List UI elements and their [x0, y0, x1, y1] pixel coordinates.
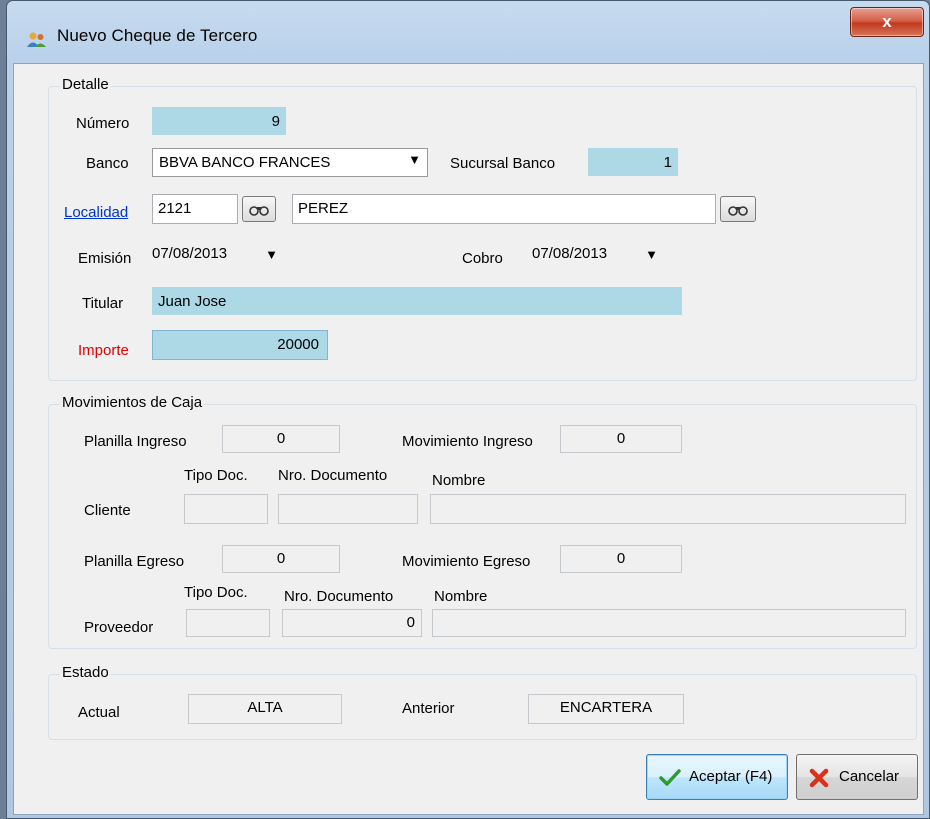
chevron-down-icon: ▼ — [645, 247, 658, 262]
movimiento-ingreso-label: Movimiento Ingreso — [402, 433, 533, 450]
actual-label: Actual — [78, 704, 120, 721]
chevron-down-icon: ▼ — [408, 152, 421, 167]
detalle-legend: Detalle — [60, 76, 111, 93]
cliente-tipo-doc-header: Tipo Doc. — [184, 467, 248, 484]
proveedor-label: Proveedor — [84, 619, 154, 636]
numero-input[interactable]: 9 — [152, 107, 286, 135]
proveedor-nombre-field — [432, 609, 906, 637]
movimiento-egreso-label: Movimiento Egreso — [402, 553, 531, 570]
estado-group — [48, 674, 917, 740]
cancel-x-icon — [809, 768, 829, 788]
actual-field: ALTA — [188, 694, 342, 724]
cliente-label: Cliente — [84, 502, 131, 519]
cobro-date-picker[interactable]: 07/08/2013 ▼ — [532, 240, 660, 268]
cliente-tipo-doc-field — [184, 494, 268, 524]
check-icon — [659, 769, 681, 786]
binoculars-icon — [728, 205, 748, 216]
window-title: Nuevo Cheque de Tercero — [57, 26, 258, 45]
localidad-lookup-button[interactable] — [242, 196, 276, 222]
anterior-label: Anterior — [402, 700, 455, 717]
cancelar-button-label: Cancelar — [839, 768, 900, 785]
aceptar-button[interactable]: Aceptar (F4) — [646, 754, 788, 800]
proveedor-tipo-doc-header: Tipo Doc. — [184, 584, 248, 601]
close-button[interactable]: x — [850, 7, 924, 37]
emision-date-value: 07/08/2013 — [152, 245, 228, 262]
localidad-code-input[interactable]: 2121 — [152, 194, 238, 224]
proveedor-nro-doc-field: 0 — [282, 609, 422, 637]
planilla-ingreso-field: 0 — [222, 425, 340, 453]
banco-label: Banco — [86, 155, 129, 172]
planilla-egreso-label: Planilla Egreso — [84, 553, 185, 570]
cliente-nombre-field — [430, 494, 906, 524]
cobro-label: Cobro — [462, 250, 503, 267]
dialog-window: Nuevo Cheque de Tercero x Detalle Número… — [6, 0, 930, 819]
movimiento-ingreso-field: 0 — [560, 425, 682, 453]
chevron-down-icon: ▼ — [265, 247, 278, 262]
titular-input[interactable]: Juan Jose — [152, 287, 682, 315]
binoculars-icon — [249, 205, 269, 216]
localidad-link[interactable]: Localidad — [64, 204, 128, 221]
title-bar[interactable]: Nuevo Cheque de Tercero x — [7, 1, 929, 65]
cliente-nombre-header: Nombre — [432, 472, 486, 489]
localidad-name-input[interactable]: PEREZ — [292, 194, 716, 224]
movimiento-egreso-field: 0 — [560, 545, 682, 573]
localidad-name-lookup-button[interactable] — [720, 196, 756, 222]
importe-label: Importe — [78, 342, 129, 359]
estado-legend: Estado — [60, 664, 111, 681]
proveedor-nombre-header: Nombre — [434, 588, 488, 605]
emision-date-picker[interactable]: 07/08/2013 ▼ — [152, 240, 280, 268]
proveedor-nro-doc-header: Nro. Documento — [284, 588, 394, 605]
importe-input[interactable]: 20000 — [152, 330, 328, 360]
cliente-nro-doc-header: Nro. Documento — [278, 467, 388, 484]
movimientos-legend: Movimientos de Caja — [60, 394, 205, 411]
numero-label: Número — [76, 115, 130, 132]
sucursal-input[interactable]: 1 — [588, 148, 678, 176]
proveedor-tipo-doc-field — [186, 609, 270, 637]
cliente-nro-doc-field — [278, 494, 418, 524]
anterior-field: ENCARTERA — [528, 694, 684, 724]
users-icon — [27, 32, 46, 47]
titular-label: Titular — [82, 295, 124, 312]
cancelar-button[interactable]: Cancelar — [796, 754, 918, 800]
banco-select[interactable]: BBVA BANCO FRANCES ▼ — [152, 148, 428, 177]
banco-select-value: BBVA BANCO FRANCES — [159, 154, 331, 171]
emision-label: Emisión — [78, 250, 132, 267]
dialog-body: Detalle Número 9 Banco BBVA BANCO FRANCE… — [13, 63, 924, 815]
aceptar-button-label: Aceptar (F4) — [689, 768, 773, 785]
sucursal-label: Sucursal Banco — [450, 155, 556, 172]
cobro-date-value: 07/08/2013 — [532, 245, 608, 262]
planilla-egreso-field: 0 — [222, 545, 340, 573]
planilla-ingreso-label: Planilla Ingreso — [84, 433, 187, 450]
